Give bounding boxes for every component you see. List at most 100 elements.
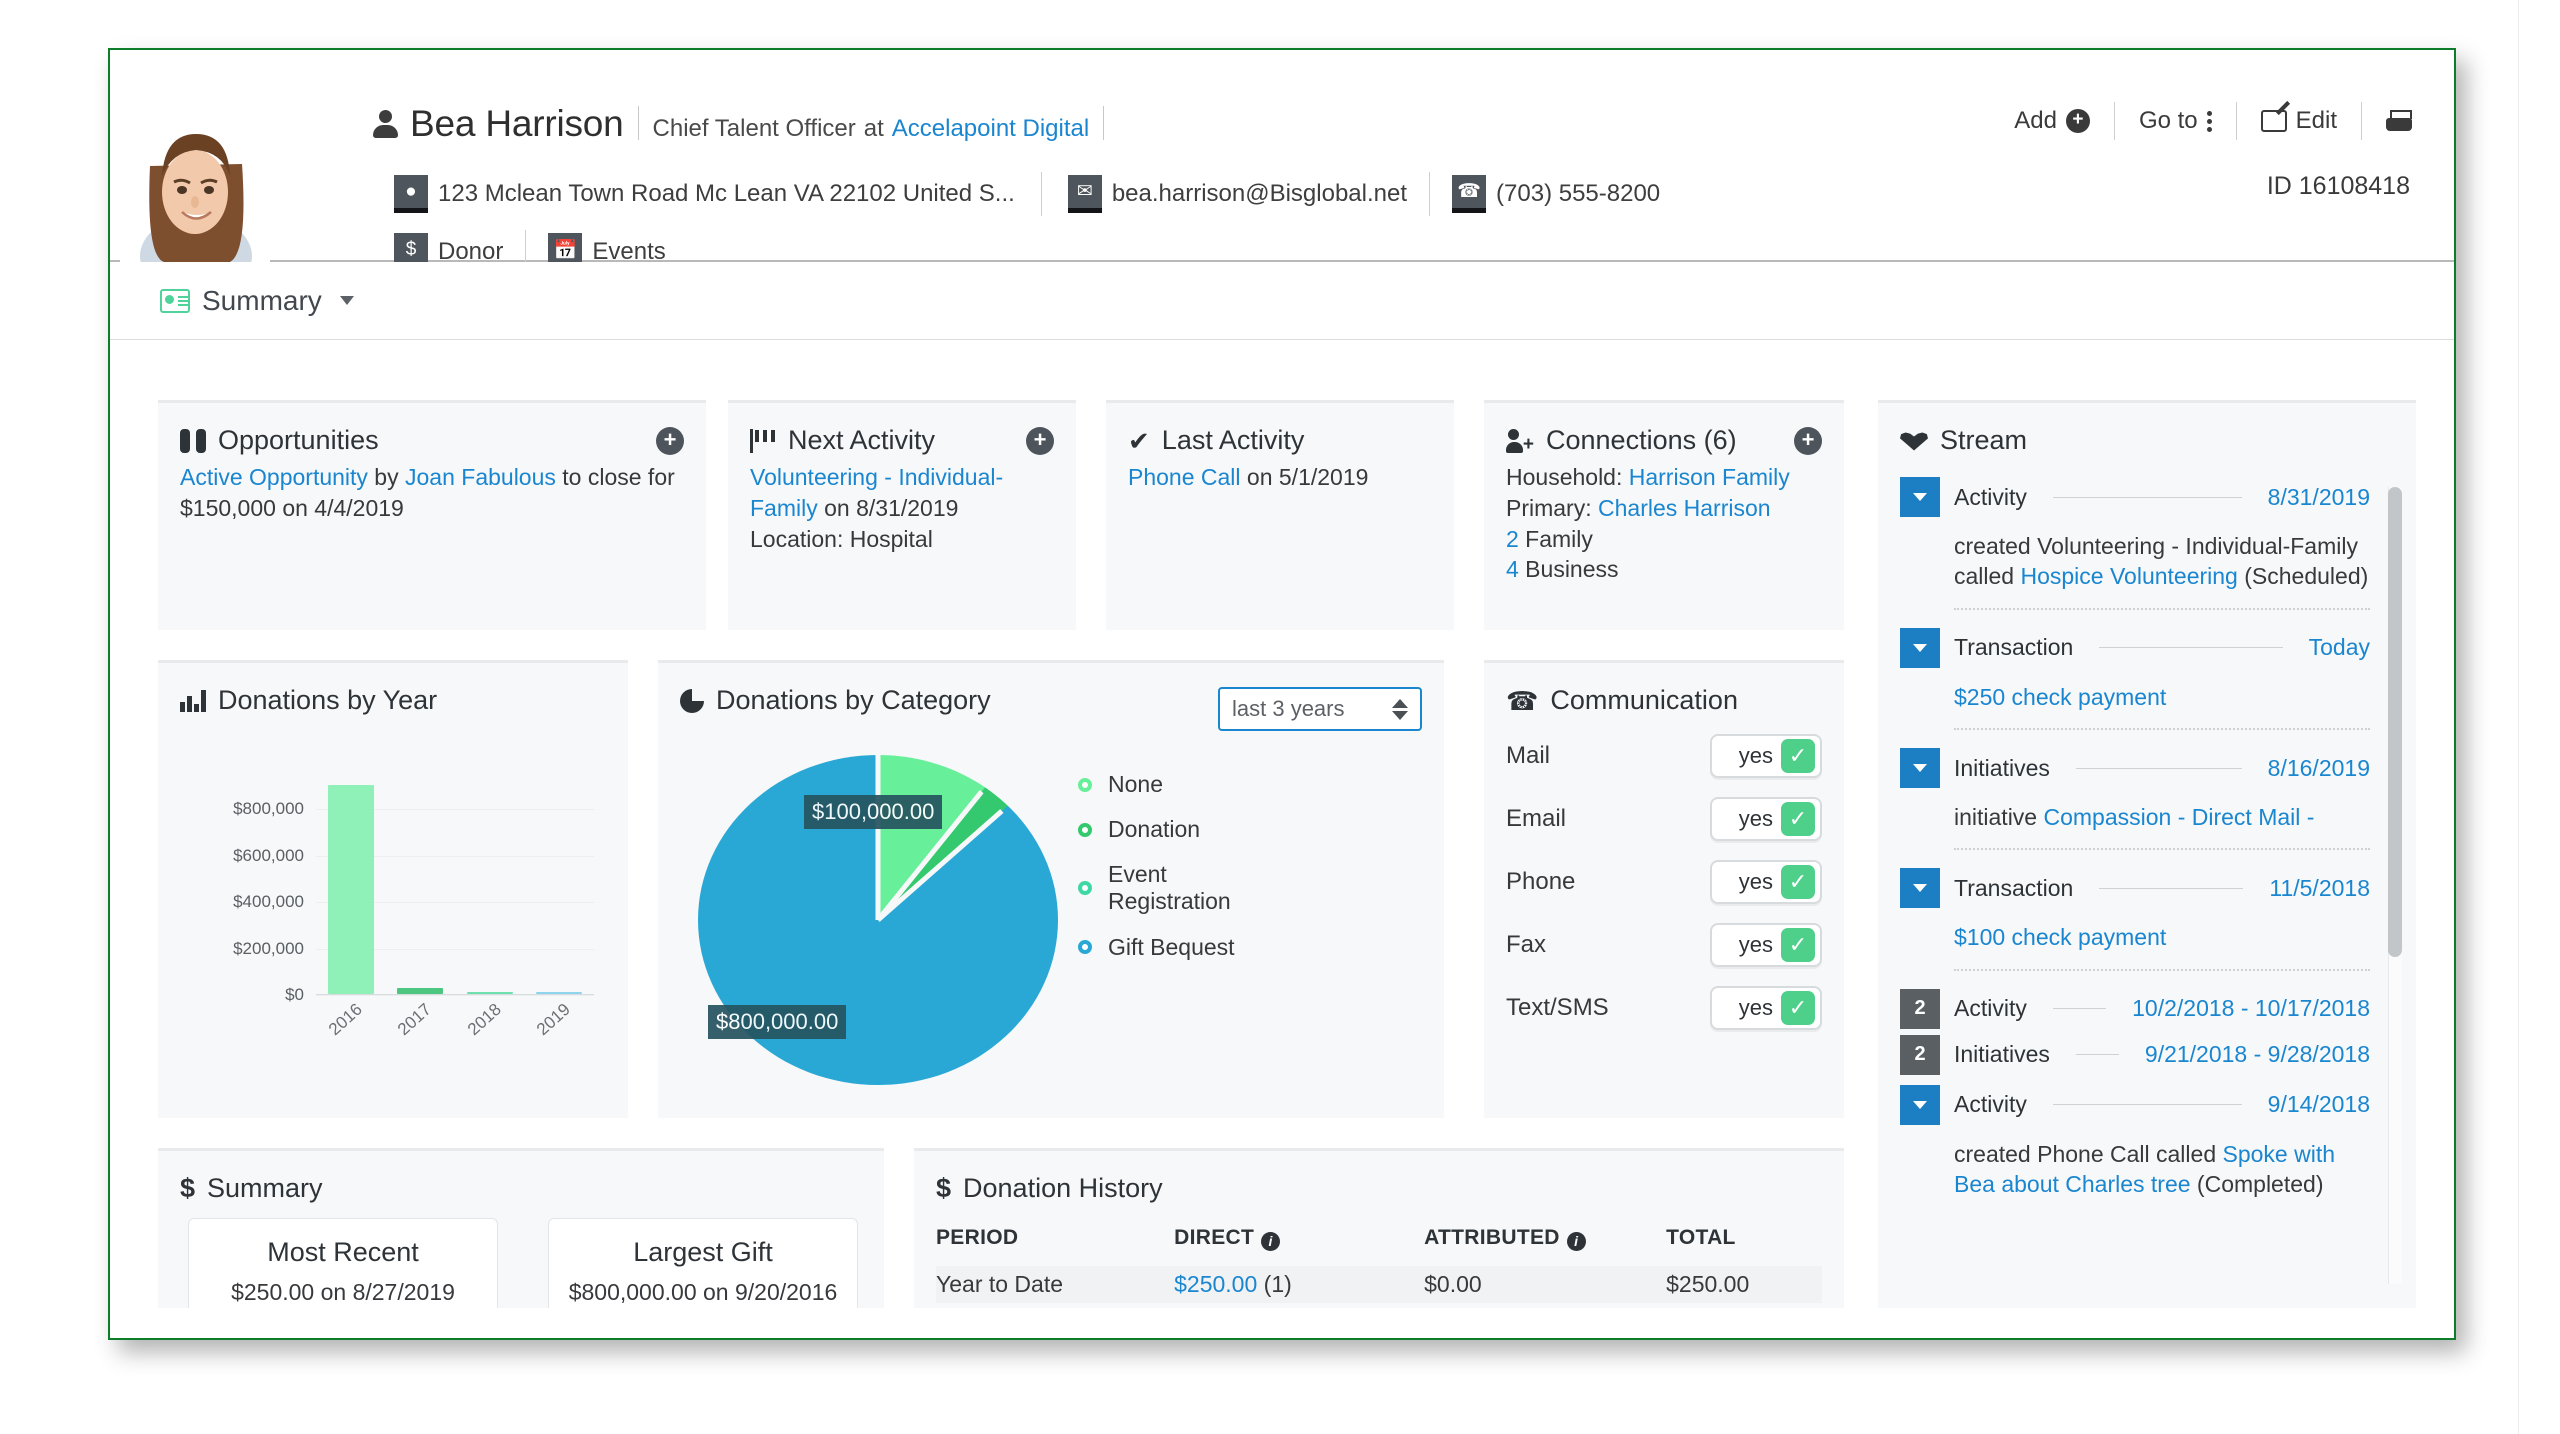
last-activity-link[interactable]: Phone Call [1128,464,1241,490]
legend-swatch [1078,778,1092,792]
print-button[interactable] [2386,110,2412,132]
stream-item-header[interactable]: Activity 9/14/2018 [1900,1085,2370,1125]
email-text[interactable]: bea.harrison@Bisglobal.net [1112,180,1407,208]
col-direct: DIRECTi [1174,1220,1424,1266]
chevron-down-icon[interactable] [1900,477,1940,517]
household-label: Household: [1506,464,1629,490]
organization-link[interactable]: Accelapoint Digital [892,115,1089,143]
opportunity-owner-link[interactable]: Joan Fabulous [405,464,556,490]
stream-item-header[interactable]: 2Initiatives9/21/2018 - 9/28/2018 [1900,1035,2370,1075]
info-icon[interactable]: i [1567,1232,1586,1251]
communication-toggle[interactable]: yes✓ [1710,797,1822,841]
direct-amount-link[interactable]: $250.00 [1174,1271,1257,1297]
bar[interactable] [467,992,513,994]
stream-item-body: $100 check payment [1954,922,2370,952]
business-count[interactable]: 4 [1506,556,1519,582]
avatar-photo [120,106,270,262]
divider [2076,768,2242,769]
add-opportunity-button[interactable]: + [656,427,684,455]
stream-item-date[interactable]: 9/21/2018 - 9/28/2018 [2145,1041,2370,1068]
bar[interactable] [536,992,582,994]
stream-body-link[interactable]: Hospice Volunteering [2020,563,2237,589]
communication-toggle[interactable]: yes✓ [1710,986,1822,1030]
info-icon[interactable]: i [1261,1232,1280,1251]
chevron-down-icon[interactable] [340,296,354,305]
divider [1954,969,2370,971]
add-connection-button[interactable]: + [1794,427,1822,455]
divider [638,106,639,140]
stream-body-text: (Completed) [2191,1171,2324,1197]
stream-body-link[interactable]: $100 check payment [1954,924,2166,950]
avatar [120,106,270,262]
tab-summary[interactable]: Summary [160,285,354,317]
chevron-down-icon[interactable] [1900,1085,1940,1125]
add-button[interactable]: Add + [2014,107,2090,135]
divider [2053,497,2242,498]
stream-body-link[interactable]: Compassion - Direct Mail - [2043,804,2314,830]
primary-label: Primary: [1506,495,1598,521]
stream-item-header[interactable]: Activity 8/31/2019 [1900,477,2370,517]
stream-item-header[interactable]: 2Activity10/2/2018 - 10/17/2018 [1900,989,2370,1029]
stream-group-count-badge[interactable]: 2 [1900,1035,1940,1075]
stream-item-date[interactable]: Today [2309,634,2370,661]
donations-by-year-title-text: Donations by Year [218,685,437,716]
add-activity-button[interactable]: + [1026,427,1054,455]
chevron-down-icon[interactable] [1900,628,1940,668]
primary-contact-link[interactable]: Charles Harrison [1598,495,1771,521]
goto-button[interactable]: Go to [2139,107,2212,135]
communication-toggle[interactable]: yes✓ [1710,860,1822,904]
bar[interactable] [328,785,374,994]
cell-period: 2018 [936,1303,1174,1308]
col-period: PERIOD [936,1220,1174,1266]
stream-item-date[interactable]: 11/5/2018 [2269,875,2370,902]
period-select-value: last 3 years [1232,696,1345,722]
stream-item-header[interactable]: TransactionToday [1900,628,2370,668]
stream-item-type: Transaction [1954,875,2073,902]
y-axis-tick: $800,000 [233,799,304,819]
legend-item[interactable]: EventRegistration [1078,861,1235,915]
divider [2053,1008,2106,1009]
stream-group-count-badge[interactable]: 2 [1900,989,1940,1029]
stream-item-header[interactable]: Transaction 11/5/2018 [1900,868,2370,908]
stream-item-type: Activity [1954,1091,2027,1118]
opportunity-link[interactable]: Active Opportunity [180,464,368,490]
chevron-down-icon[interactable] [1900,748,1940,788]
stream-item-header[interactable]: Initiatives8/16/2019 [1900,748,2370,788]
tab-summary-label: Summary [202,285,322,317]
legend-item[interactable]: None [1078,771,1235,798]
edit-button[interactable]: Edit [2261,107,2337,135]
toggle-value: yes [1739,743,1773,769]
toggle-value: yes [1739,932,1773,958]
stream-item-date[interactable]: 8/31/2019 [2268,484,2370,511]
summary-card: $ Summary Most Recent$250.00 on 8/27/201… [158,1148,884,1308]
x-axis-tick: 2017 [394,1000,435,1040]
communication-row: Faxyes✓ [1506,923,1822,967]
cell-total: $250.00 [1666,1266,1822,1303]
donation-history-title-text: Donation History [963,1173,1163,1204]
family-count[interactable]: 2 [1506,526,1519,552]
legend-item[interactable]: Gift Bequest [1078,934,1235,961]
stream-item-type: Activity [1954,484,2027,511]
last-activity-card: ✔ Last Activity Phone Call on 5/1/2019 [1106,400,1454,630]
stream-item-date[interactable]: 9/14/2018 [2268,1091,2370,1118]
spinner-arrows-icon[interactable] [1392,699,1408,720]
bar[interactable] [397,988,443,994]
communication-toggle[interactable]: yes✓ [1710,923,1822,967]
stream-body-link[interactable]: $250 check payment [1954,684,2166,710]
communication-toggle[interactable]: yes✓ [1710,734,1822,778]
household-link[interactable]: Harrison Family [1629,464,1790,490]
period-select[interactable]: last 3 years [1218,687,1422,731]
pie-chart-icon [680,689,704,713]
next-activity-title-text: Next Activity [788,425,935,456]
user-plus-icon: + [1506,429,1534,453]
stream-list: Activity8/31/2019created Volunteering - … [1878,477,2416,1308]
x-axis-tick: 2016 [325,1000,366,1040]
chevron-down-icon[interactable] [1900,868,1940,908]
person-icon [372,110,398,140]
summary-title-text: Summary [207,1173,323,1204]
stream-item-date[interactable]: 10/2/2018 - 10/17/2018 [2132,995,2370,1022]
stream-item-date[interactable]: 8/16/2019 [2268,755,2370,782]
toggle-value: yes [1739,995,1773,1021]
page-scrollbar[interactable] [2518,0,2542,1434]
legend-item[interactable]: Donation [1078,816,1235,843]
